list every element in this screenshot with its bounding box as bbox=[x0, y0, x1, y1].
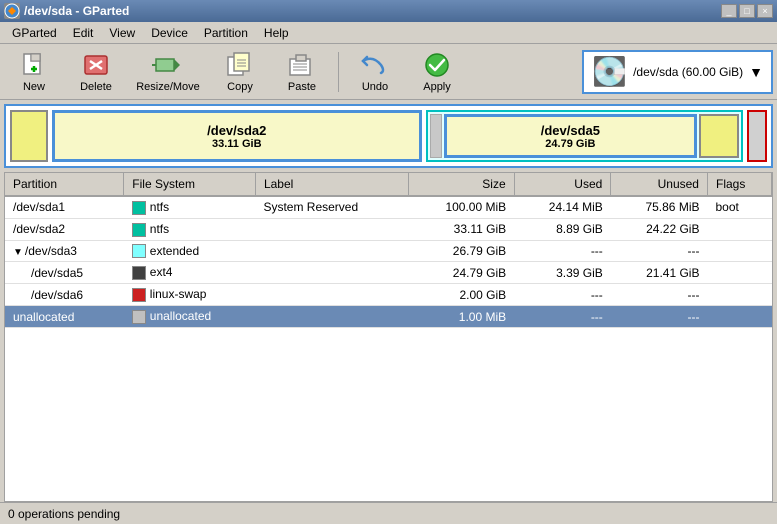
titlebar: /dev/sda - GParted _ □ × bbox=[0, 0, 777, 22]
apply-icon bbox=[421, 51, 453, 79]
copy-button[interactable]: Copy bbox=[210, 47, 270, 97]
menu-partition[interactable]: Partition bbox=[196, 24, 256, 42]
menu-edit[interactable]: Edit bbox=[65, 24, 102, 42]
table-row[interactable]: /dev/sda5ext424.79 GiB3.39 GiB21.41 GiB bbox=[5, 262, 772, 284]
titlebar-controls: _ □ × bbox=[721, 4, 773, 18]
new-button[interactable]: New bbox=[4, 47, 64, 97]
new-icon bbox=[18, 51, 50, 79]
delete-icon bbox=[80, 51, 112, 79]
disk-icon: 💽 bbox=[592, 55, 627, 88]
sda2-size: 33.11 GiB bbox=[212, 138, 262, 150]
undo-label: Undo bbox=[362, 81, 388, 93]
col-unused: Unused bbox=[611, 173, 708, 196]
col-size: Size bbox=[408, 173, 514, 196]
copy-icon bbox=[224, 51, 256, 79]
delete-label: Delete bbox=[80, 81, 112, 93]
device-selector-text: /dev/sda (60.00 GiB) bbox=[633, 65, 743, 79]
resize-icon bbox=[152, 51, 184, 79]
col-partition: Partition bbox=[5, 173, 124, 196]
col-flags: Flags bbox=[707, 173, 771, 196]
paste-icon bbox=[286, 51, 318, 79]
apply-button[interactable]: Apply bbox=[407, 47, 467, 97]
resize-label: Resize/Move bbox=[136, 81, 200, 93]
resize-button[interactable]: Resize/Move bbox=[128, 47, 208, 97]
sda2-label: /dev/sda2 bbox=[207, 123, 266, 138]
disk-part-sda6[interactable] bbox=[699, 114, 739, 158]
device-selector[interactable]: 💽 /dev/sda (60.00 GiB) ▼ bbox=[582, 50, 773, 94]
undo-icon bbox=[359, 51, 391, 79]
maximize-button[interactable]: □ bbox=[739, 4, 755, 18]
menu-gparted[interactable]: GParted bbox=[4, 24, 65, 42]
menubar: GParted Edit View Device Partition Help bbox=[0, 22, 777, 44]
titlebar-title: /dev/sda - GParted bbox=[24, 4, 129, 18]
copy-label: Copy bbox=[227, 81, 253, 93]
gparted-icon bbox=[4, 3, 20, 19]
disk-visual: /dev/sda2 33.11 GiB /dev/sda5 24.79 GiB bbox=[4, 104, 773, 168]
table-row[interactable]: unallocatedunallocated1.00 MiB------ bbox=[5, 306, 772, 328]
table-row[interactable]: /dev/sda1ntfsSystem Reserved100.00 MiB24… bbox=[5, 196, 772, 218]
partition-table: Partition File System Label Size Used Un… bbox=[4, 172, 773, 502]
disk-part-sda2[interactable]: /dev/sda2 33.11 GiB bbox=[52, 110, 422, 162]
paste-button[interactable]: Paste bbox=[272, 47, 332, 97]
minimize-button[interactable]: _ bbox=[721, 4, 737, 18]
close-button[interactable]: × bbox=[757, 4, 773, 18]
sda5-label: /dev/sda5 bbox=[541, 123, 600, 138]
table-header-row: Partition File System Label Size Used Un… bbox=[5, 173, 772, 196]
table-row[interactable]: /dev/sda6linux-swap2.00 GiB------ bbox=[5, 284, 772, 306]
disk-part-unalloc-right[interactable] bbox=[747, 110, 767, 162]
delete-button[interactable]: Delete bbox=[66, 47, 126, 97]
statusbar: 0 operations pending bbox=[0, 502, 777, 524]
toolbar-separator bbox=[338, 52, 339, 92]
sda5-size: 24.79 GiB bbox=[545, 138, 595, 150]
apply-label: Apply bbox=[423, 81, 451, 93]
undo-button[interactable]: Undo bbox=[345, 47, 405, 97]
menu-view[interactable]: View bbox=[101, 24, 143, 42]
menu-device[interactable]: Device bbox=[143, 24, 196, 42]
chevron-down-icon: ▼ bbox=[749, 64, 763, 80]
new-label: New bbox=[23, 81, 45, 93]
titlebar-left: /dev/sda - GParted bbox=[4, 3, 129, 19]
col-label: Label bbox=[255, 173, 408, 196]
disk-part-unalloc-inner[interactable] bbox=[430, 114, 442, 158]
disk-part-sda5[interactable]: /dev/sda5 24.79 GiB bbox=[444, 114, 697, 158]
paste-label: Paste bbox=[288, 81, 316, 93]
table-row[interactable]: /dev/sda2ntfs33.11 GiB8.89 GiB24.22 GiB bbox=[5, 218, 772, 240]
disk-part-sda3: /dev/sda5 24.79 GiB bbox=[426, 110, 743, 162]
menu-help[interactable]: Help bbox=[256, 24, 297, 42]
toolbar: New Delete Resize/Move bbox=[0, 44, 777, 100]
col-filesystem: File System bbox=[124, 173, 256, 196]
status-text: 0 operations pending bbox=[8, 507, 120, 521]
disk-part-sda1[interactable] bbox=[10, 110, 48, 162]
table-row[interactable]: ▼/dev/sda3extended26.79 GiB------ bbox=[5, 240, 772, 262]
col-used: Used bbox=[514, 173, 611, 196]
